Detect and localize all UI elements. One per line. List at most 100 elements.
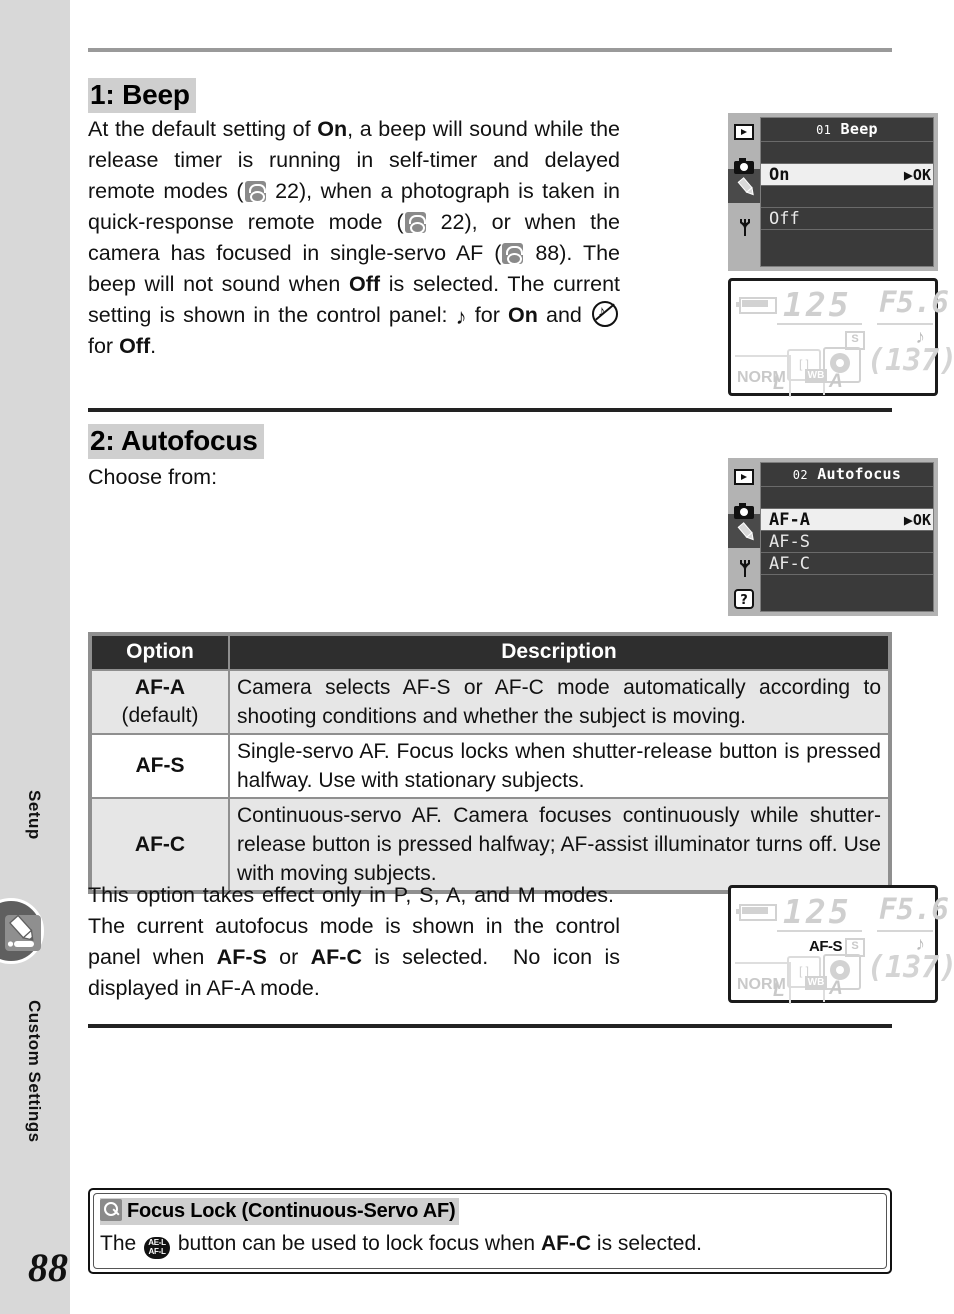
option-name: AF-C (134, 832, 186, 856)
pencil-icon (3, 913, 43, 953)
wrench-icon[interactable] (733, 217, 755, 239)
control-panel-beep: 125 F5.6 ♪ S [ ] (137) NORM L WB A (728, 278, 954, 397)
sidebar-label-custom-settings: Custom Settings (25, 1000, 44, 1143)
menu-tab-strip: ? (728, 458, 764, 616)
table-cell-option: AF-A (default) (89, 669, 230, 735)
aperture: F5.6 (879, 892, 949, 926)
text-bold-afc: AF-C (310, 945, 362, 969)
beep-on-note-icon: ♪ (455, 304, 467, 329)
beep-off-note-icon: ♪ (592, 301, 618, 327)
page-ref-icon (244, 181, 266, 203)
camera-menu-beep[interactable]: 01 Beep On ▶OK Off (728, 113, 938, 271)
control-panel-autofocus: 125 F5.6 ♪ AF-S S [ ] (137) NORM L WB A (728, 885, 954, 1004)
frames-remaining: (137) (867, 343, 954, 378)
menu-item-on[interactable]: On ▶OK (761, 163, 933, 185)
menu-title-text: Beep (840, 120, 878, 138)
image-size: L (773, 373, 785, 394)
playback-icon[interactable] (733, 466, 755, 488)
ok-indicator: ▶OK (903, 511, 931, 529)
shutter-speed: 125 (783, 892, 852, 931)
frames-remaining: (137) (867, 950, 954, 985)
page-number: 88 (28, 1245, 68, 1290)
note-box-title-text: Focus Lock (Continuous-Servo AF) (127, 1200, 456, 1222)
ae-l-af-l-button-icon: AE-L AF-L (144, 1237, 171, 1259)
underline-left (777, 323, 862, 325)
aperture: F5.6 (879, 285, 949, 319)
text-frag: button can be used to lock focus when (172, 1232, 541, 1255)
menu-title: 02 Autofocus (761, 463, 933, 486)
page-ref-icon (404, 212, 426, 234)
help-icon[interactable]: ? (733, 588, 755, 610)
table-header-option: Option (89, 633, 230, 671)
text-frag: for (88, 334, 120, 358)
autofocus-options-table: Option Description AF-A (default) Camera… (88, 632, 892, 894)
text-frag: for (466, 303, 508, 327)
menu-item-af-a[interactable]: AF-A ▶OK (761, 508, 933, 530)
ok-indicator: ▶OK (903, 166, 931, 184)
menu-title: 01 Beep (761, 118, 933, 141)
text-bold-on2: On (508, 303, 538, 327)
menu-item-label: AF-S (769, 532, 810, 552)
text-frag: is selected. (591, 1232, 702, 1255)
magnifier-icon (100, 1199, 122, 1221)
menu-panel: 01 Beep On ▶OK Off (760, 117, 934, 267)
menu-number: 01 (816, 123, 832, 137)
section-heading-autofocus: 2: Autofocus (88, 424, 264, 459)
text-frag: At the default setting of (88, 117, 318, 141)
battery-icon (736, 904, 777, 921)
text-bold-on: On (317, 117, 348, 141)
text-frag: The (100, 1232, 143, 1255)
af-mode-indicator: AF-S (809, 938, 843, 955)
page-content: 1: Beep At the default setting of On, a … (70, 0, 954, 1314)
rule-between-sections (88, 408, 892, 412)
menu-panel: 02 Autofocus AF-A ▶OK AF-S AF-C (760, 462, 934, 612)
menu-title-text: Autofocus (817, 465, 902, 483)
underline-right (877, 323, 933, 325)
sidebar-tab-custom-settings[interactable] (0, 898, 44, 964)
battery-icon (736, 297, 777, 314)
section-heading-beep: 1: Beep (88, 78, 196, 113)
note-box-body: The AE-L AF-L button can be used to lock … (100, 1230, 880, 1259)
menu-item-label: Off (769, 209, 800, 229)
white-balance-label: WB (805, 976, 827, 990)
white-balance-value: A (829, 978, 843, 999)
white-balance-label: WB (805, 369, 827, 383)
menu-tab-strip (728, 113, 764, 271)
note-box-title: Focus Lock (Continuous-Servo AF) (100, 1198, 460, 1225)
table-header-description: Description (228, 633, 891, 671)
rule-top (88, 48, 892, 52)
menu-row (761, 574, 933, 596)
white-balance-value: A (829, 371, 843, 392)
option-name: AF-A (134, 676, 186, 699)
menu-row (761, 141, 933, 163)
shooting-menu-icon[interactable] (733, 155, 755, 177)
menu-row (761, 229, 933, 251)
shutter-speed: 125 (783, 285, 852, 324)
table-cell-description: Single-servo AF. Focus locks when shutte… (228, 733, 891, 799)
menu-item-af-c[interactable]: AF-C (761, 552, 933, 574)
table-header-row: Option Description (89, 633, 891, 671)
paragraph-autofocus-info: This option takes effect only in P, S, A… (88, 883, 620, 1000)
shooting-menu-icon[interactable] (733, 500, 755, 522)
paragraph-beep: At the default setting of On, a beep wil… (88, 114, 620, 362)
text-frag: and (537, 303, 590, 327)
text-frag: . (150, 334, 157, 358)
camera-menu-autofocus[interactable]: ? 02 Autofocus AF-A ▶OK AF-S AF-C (728, 458, 938, 616)
text-bold-off: Off (349, 272, 381, 296)
menu-item-af-s[interactable]: AF-S (761, 530, 933, 552)
table-row: AF-C Continuous-servo AF. Camera focuses… (89, 797, 891, 893)
menu-item-label: AF-C (769, 554, 810, 574)
left-sidebar: Setup Custom Settings 88 (0, 0, 70, 1314)
menu-item-label: On (769, 165, 790, 185)
menu-number: 02 (792, 468, 808, 482)
menu-row (761, 185, 933, 207)
wrench-icon[interactable] (733, 558, 755, 580)
pencil-icon[interactable] (736, 522, 758, 544)
menu-item-off[interactable]: Off (761, 207, 933, 229)
option-name: AF-S (135, 754, 185, 777)
text-bold-afs: AF-S (216, 945, 267, 969)
underline-left (777, 930, 862, 932)
menu-row (761, 486, 933, 508)
pencil-icon[interactable] (736, 177, 758, 199)
playback-icon[interactable] (733, 121, 755, 143)
